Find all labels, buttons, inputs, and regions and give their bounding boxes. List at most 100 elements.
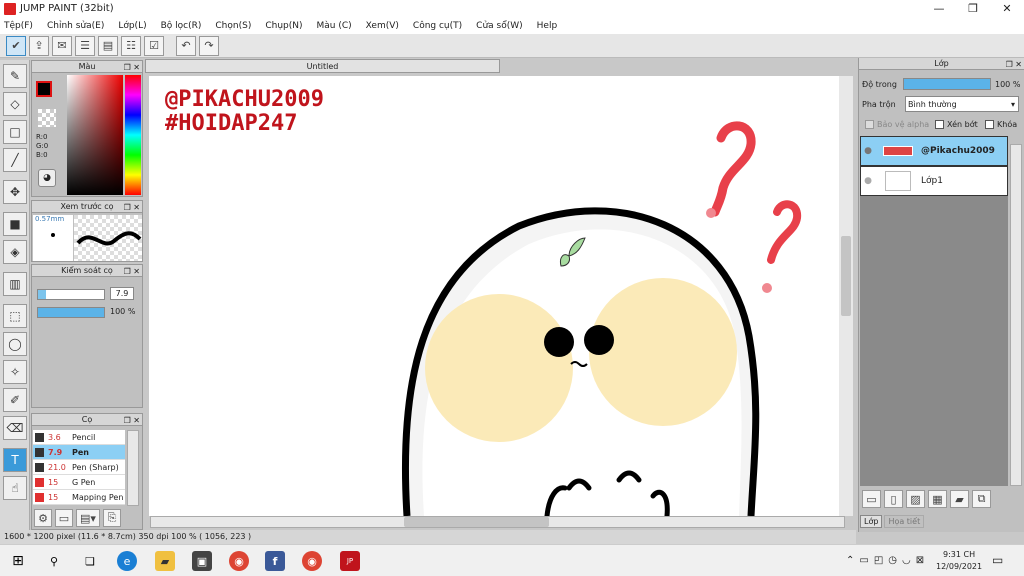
foreground-color-swatch[interactable] bbox=[36, 81, 52, 97]
hue-slider[interactable] bbox=[125, 75, 141, 195]
document-icon[interactable]: ▤ bbox=[98, 35, 118, 56]
hand-tool-icon[interactable]: ☝ bbox=[3, 476, 27, 500]
menu-window[interactable]: Cửa sổ(W) bbox=[476, 21, 522, 31]
magic-wand-icon[interactable]: ✧ bbox=[3, 360, 27, 384]
panel-close-icon[interactable]: ❐ ✕ bbox=[124, 62, 140, 74]
menu-color[interactable]: Màu (C) bbox=[317, 21, 352, 31]
brush-control-panel: Kiểm soát cọ ❐ ✕ 7.9 100 % bbox=[31, 264, 143, 408]
select-rect-tool-icon[interactable]: ⬚ bbox=[3, 304, 27, 328]
select-pen-icon[interactable]: ✐ bbox=[3, 388, 27, 412]
redo-icon[interactable]: ↷ bbox=[199, 35, 219, 56]
brush-opacity-slider[interactable] bbox=[37, 307, 105, 318]
menu-bar: Tệp(F) Chỉnh sửa(E) Lớp(L) Bộ lọc(R) Chọ… bbox=[0, 17, 1024, 34]
blend-mode-select[interactable]: Bình thường ▾ bbox=[905, 96, 1019, 112]
rect-tool-icon[interactable]: □ bbox=[3, 120, 27, 144]
checklist-icon[interactable]: ☑ bbox=[144, 35, 164, 56]
new-halftone-layer-icon[interactable]: ▨ bbox=[906, 490, 925, 508]
menu-edit[interactable]: Chỉnh sửa(E) bbox=[47, 21, 104, 31]
tab-texture[interactable]: Họa tiết bbox=[884, 515, 925, 528]
menu-layer[interactable]: Lớp(L) bbox=[118, 21, 146, 31]
lasso-tool-icon[interactable]: ◯ bbox=[3, 332, 27, 356]
clipping-checkbox[interactable] bbox=[935, 120, 944, 129]
layer-row[interactable]: ● @Pikachu2009 bbox=[860, 136, 1008, 166]
protect-alpha-checkbox[interactable] bbox=[865, 120, 874, 129]
brush-menu-icon[interactable]: ▤▾ bbox=[76, 509, 100, 527]
text-tool-icon[interactable]: T bbox=[3, 448, 27, 472]
line-tool-icon[interactable]: ╱ bbox=[3, 148, 27, 172]
search-icon[interactable]: ⚲ bbox=[44, 551, 64, 571]
brush-list-scrollbar[interactable] bbox=[127, 430, 139, 506]
fill-rect-tool-icon[interactable]: ■ bbox=[3, 212, 27, 236]
undo-icon[interactable]: ↶ bbox=[176, 35, 196, 56]
bucket-tool-icon[interactable]: ◈ bbox=[3, 240, 27, 264]
list-icon[interactable]: ☷ bbox=[121, 35, 141, 56]
task-view-icon[interactable]: ❏ bbox=[80, 551, 100, 571]
layer-list-scrollbar[interactable] bbox=[1010, 144, 1022, 486]
new-raster-layer-icon[interactable]: ▯ bbox=[884, 490, 903, 508]
title-bar: JUMP PAINT (32bit) — ❐ ✕ bbox=[0, 0, 1024, 17]
message-icon[interactable]: ☰ bbox=[75, 35, 95, 56]
share-icon[interactable]: ✔ bbox=[6, 35, 26, 56]
select-eraser-icon[interactable]: ⌫ bbox=[3, 416, 27, 440]
maximize-button[interactable]: ❐ bbox=[956, 0, 990, 17]
panel-close-icon[interactable]: ❐ ✕ bbox=[124, 415, 140, 427]
visibility-icon[interactable]: ● bbox=[861, 176, 875, 186]
canvas-vertical-scrollbar[interactable] bbox=[839, 76, 853, 516]
layer-panel: Lớp ❐ ✕ Độ trong 100 % Pha trộn Bình thườ… bbox=[858, 58, 1024, 532]
opacity-label: Độ trong bbox=[862, 80, 897, 89]
new-tone-layer-icon[interactable]: ▦ bbox=[928, 490, 947, 508]
duplicate-layer-icon[interactable]: ⧉ bbox=[972, 490, 991, 508]
brush-tool-icon[interactable]: ✎ bbox=[3, 64, 27, 88]
brush-size-input[interactable]: 7.9 bbox=[110, 287, 134, 300]
panel-close-icon[interactable]: ❐ ✕ bbox=[1006, 59, 1022, 71]
palette-icon[interactable]: ◕ bbox=[38, 169, 56, 187]
layer-row[interactable]: ● Lớp1 bbox=[860, 166, 1008, 196]
folder-icon[interactable]: ▰ bbox=[950, 490, 969, 508]
file-explorer-icon[interactable]: ▰ bbox=[155, 551, 175, 571]
jump-paint-icon[interactable]: JP bbox=[340, 551, 360, 571]
brush-size-slider[interactable] bbox=[37, 289, 105, 300]
canvas[interactable]: @PIKACHU2009 #HOIDAP247 bbox=[149, 76, 839, 516]
export-icon[interactable]: ⇪ bbox=[29, 35, 49, 56]
chrome-profile-icon[interactable]: ◉ bbox=[302, 551, 322, 571]
brush-list-item[interactable]: 7.9 Pen bbox=[33, 445, 125, 460]
menu-file[interactable]: Tệp(F) bbox=[4, 21, 33, 31]
lock-checkbox[interactable] bbox=[985, 120, 994, 129]
brush-export-icon[interactable]: ⎘ bbox=[103, 509, 121, 527]
brush-list-item[interactable]: 15 Mapping Pen bbox=[33, 490, 125, 505]
gradient-tool-icon[interactable]: ▥ bbox=[3, 272, 27, 296]
move-tool-icon[interactable]: ✥ bbox=[3, 180, 27, 204]
brush-list-item[interactable]: 15 G Pen bbox=[33, 475, 125, 490]
new-brush-icon[interactable]: ▭ bbox=[55, 509, 73, 527]
facebook-icon[interactable]: f bbox=[265, 551, 285, 571]
tab-layer[interactable]: Lớp bbox=[860, 515, 883, 528]
close-button[interactable]: ✕ bbox=[990, 0, 1024, 17]
menu-filter[interactable]: Bộ lọc(R) bbox=[161, 21, 202, 31]
store-icon[interactable]: ▣ bbox=[192, 551, 212, 571]
edge-icon[interactable]: e bbox=[117, 551, 137, 571]
canvas-horizontal-scrollbar[interactable] bbox=[150, 516, 845, 528]
visibility-icon[interactable]: ● bbox=[861, 146, 875, 156]
comment-icon[interactable]: ✉ bbox=[52, 35, 72, 56]
brush-list-item[interactable]: 3.6 Pencil bbox=[33, 430, 125, 445]
saturation-value-picker[interactable] bbox=[67, 75, 123, 195]
system-tray-icons[interactable]: ⌃▭◰◷◡⊠ bbox=[846, 555, 929, 566]
notification-icon[interactable]: ▭ bbox=[992, 553, 1003, 567]
transparent-color-icon[interactable] bbox=[38, 109, 56, 127]
menu-select[interactable]: Chọn(S) bbox=[215, 21, 251, 31]
menu-tools[interactable]: Công cụ(T) bbox=[413, 21, 462, 31]
new-layer-icon[interactable]: ▭ bbox=[862, 490, 881, 508]
panel-close-icon[interactable]: ❐ ✕ bbox=[124, 266, 140, 278]
chrome-icon[interactable]: ◉ bbox=[229, 551, 249, 571]
eraser-tool-icon[interactable]: ◇ bbox=[3, 92, 27, 116]
canvas-tab[interactable]: Untitled bbox=[145, 59, 500, 73]
panel-close-icon[interactable]: ❐ ✕ bbox=[124, 202, 140, 214]
brush-list-item[interactable]: 21.0 Pen (Sharp) bbox=[33, 460, 125, 475]
windows-start-icon[interactable]: ⊞ bbox=[8, 551, 28, 571]
minimize-button[interactable]: — bbox=[922, 0, 956, 17]
menu-capture[interactable]: Chụp(N) bbox=[265, 21, 302, 31]
brush-settings-icon[interactable]: ⚙ bbox=[34, 509, 52, 527]
menu-help[interactable]: Help bbox=[537, 21, 558, 31]
layer-opacity-slider[interactable] bbox=[903, 78, 991, 90]
menu-view[interactable]: Xem(V) bbox=[366, 21, 399, 31]
